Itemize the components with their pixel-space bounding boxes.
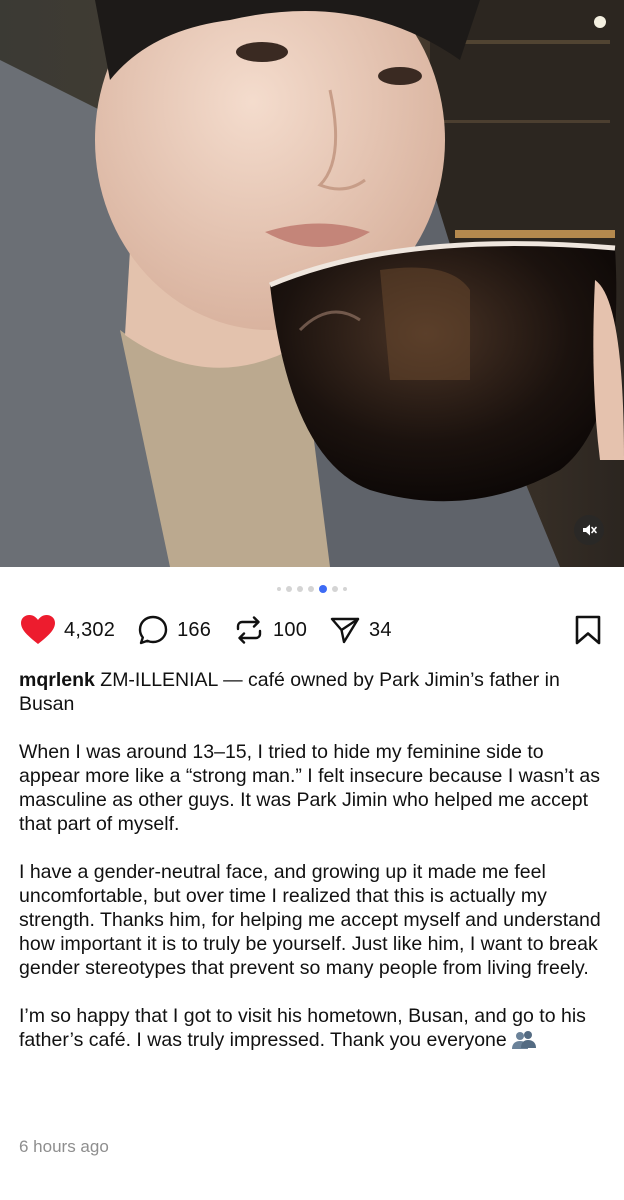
carousel-indicator: [0, 583, 624, 595]
carousel-dot: [332, 586, 338, 592]
caption-paragraph: I have a gender-neutral face, and growin…: [19, 861, 601, 979]
caption-paragraph-text: I’m so happy that I got to visit his hom…: [19, 1005, 586, 1051]
action-bar: 4,302 166 100 34: [20, 612, 602, 648]
username-link[interactable]: mqrlenk: [19, 669, 95, 691]
carousel-dot: [343, 587, 347, 591]
photo-scene: [0, 0, 624, 567]
mute-button[interactable]: [574, 515, 604, 545]
comment-button[interactable]: 166: [137, 614, 211, 646]
comment-icon: [138, 615, 168, 645]
people-silhouette-emoji: [511, 1030, 537, 1056]
send-icon: [330, 617, 360, 644]
share-button[interactable]: 34: [329, 614, 392, 646]
bookmark-icon: [575, 615, 601, 645]
heart-icon: [21, 615, 55, 644]
post-caption: mqrlenk ZM-ILLENIAL — café owned by Park…: [19, 668, 609, 1080]
bookmark-button[interactable]: [574, 614, 602, 646]
carousel-dot: [277, 587, 281, 591]
repost-icon: [236, 616, 262, 644]
repost-count: 100: [273, 618, 308, 641]
caption-paragraph-last: I’m so happy that I got to visit his hom…: [19, 1004, 609, 1056]
headline-text: ZM-ILLENIAL — café owned by Park Jimin’s…: [19, 669, 560, 715]
caption-paragraph: When I was around 13–15, I tried to hide…: [19, 741, 600, 835]
speaker-muted-icon: [583, 524, 597, 536]
like-count: 4,302: [64, 618, 116, 641]
carousel-dot: [286, 586, 292, 592]
caption-headline: mqrlenk ZM-ILLENIAL — café owned by Park…: [19, 668, 609, 716]
comment-count: 166: [177, 618, 212, 641]
carousel-dot: [297, 586, 303, 592]
post-photo[interactable]: [0, 0, 624, 567]
carousel-dot-active: [319, 585, 327, 593]
share-count: 34: [369, 618, 392, 641]
post-timestamp: 6 hours ago: [19, 1137, 109, 1156]
like-button[interactable]: 4,302: [20, 614, 115, 646]
repost-button[interactable]: 100: [233, 614, 307, 646]
carousel-dot: [308, 586, 314, 592]
